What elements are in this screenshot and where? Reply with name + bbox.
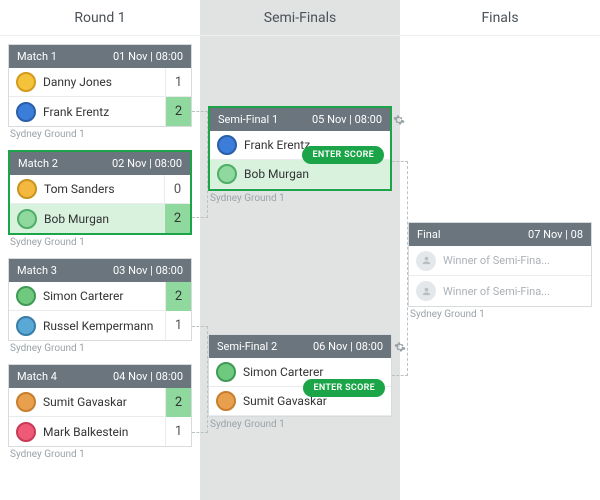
score-cell: 2 bbox=[165, 282, 191, 311]
venue-label: Sydney Ground 1 bbox=[8, 129, 192, 140]
avatar-icon bbox=[16, 72, 36, 92]
connector-line bbox=[392, 161, 408, 376]
match-datetime: 05 Nov | 08:00 bbox=[312, 113, 382, 126]
player-row[interactable]: Mark Balkestein1 bbox=[9, 417, 191, 446]
match-title: Final bbox=[417, 228, 441, 241]
user-placeholder-icon bbox=[416, 281, 436, 301]
match-datetime: 02 Nov | 08:00 bbox=[112, 157, 182, 170]
avatar-icon bbox=[16, 316, 36, 336]
player-row[interactable]: Simon Carterer2 bbox=[9, 282, 191, 311]
venue-label: Sydney Ground 1 bbox=[408, 309, 592, 320]
venue-label: Sydney Ground 1 bbox=[8, 449, 192, 460]
player-row[interactable]: Bob Murgan bbox=[210, 160, 390, 189]
player-placeholder: Winner of Semi-Fina... bbox=[409, 246, 591, 276]
avatar-icon bbox=[216, 362, 236, 382]
avatar-icon bbox=[217, 135, 237, 155]
avatar-icon bbox=[17, 209, 37, 229]
match-title: Match 4 bbox=[17, 370, 57, 383]
column-finals: Finals Final 07 Nov | 08 Winner of Semi-F… bbox=[400, 0, 600, 500]
player-row[interactable]: Bob Murgan2 bbox=[10, 204, 190, 233]
player-row[interactable]: Frank Erentz2 bbox=[9, 97, 191, 126]
venue-label: Sydney Ground 1 bbox=[8, 343, 192, 354]
score-cell: 2 bbox=[165, 388, 191, 417]
column-round1: Round 1 Match 1 01 Nov | 08:00 Danny Jone… bbox=[0, 0, 200, 500]
avatar-icon bbox=[16, 102, 36, 122]
user-placeholder-icon bbox=[416, 251, 436, 271]
venue-label: Sydney Ground 1 bbox=[208, 193, 392, 204]
player-row[interactable]: Tom Sanders0 bbox=[10, 175, 190, 204]
match-title: Match 2 bbox=[18, 157, 58, 170]
avatar-icon bbox=[16, 286, 36, 306]
match-datetime: 01 Nov | 08:00 bbox=[113, 50, 183, 63]
match-card[interactable]: Semi-Final 206 Nov | 08:00 Simon Cartere… bbox=[208, 334, 392, 417]
score-cell: 2 bbox=[164, 204, 190, 233]
connector-line bbox=[192, 111, 208, 218]
match-datetime: 06 Nov | 08:00 bbox=[313, 340, 383, 353]
column-semifinals: Semi-Finals Semi-Final 105 Nov | 08:00 F… bbox=[200, 0, 400, 500]
score-cell: 1 bbox=[165, 417, 191, 446]
avatar-icon bbox=[216, 391, 236, 411]
column-header: Semi-Finals bbox=[200, 0, 400, 36]
column-header: Finals bbox=[400, 0, 600, 36]
match-card[interactable]: Match 1 01 Nov | 08:00 Danny Jones1 Frank… bbox=[8, 44, 192, 127]
venue-label: Sydney Ground 1 bbox=[8, 237, 192, 248]
match-datetime: 07 Nov | 08 bbox=[528, 228, 583, 241]
score-cell: 1 bbox=[165, 68, 191, 97]
venue-label: Sydney Ground 1 bbox=[208, 419, 392, 430]
match-title: Match 1 bbox=[17, 50, 57, 63]
column-header: Round 1 bbox=[0, 0, 200, 36]
match-title: Semi-Final 2 bbox=[217, 340, 277, 353]
match-title: Semi-Final 1 bbox=[218, 113, 278, 126]
match-card[interactable]: Match 4 04 Nov | 08:00 Sumit Gavaskar2 Ma… bbox=[8, 364, 192, 447]
avatar-icon bbox=[17, 179, 37, 199]
enter-score-badge[interactable]: ENTER SCORE bbox=[303, 379, 385, 397]
player-row[interactable]: Russel Kempermann1 bbox=[9, 311, 191, 340]
score-cell: 1 bbox=[165, 311, 191, 340]
match-card[interactable]: Semi-Final 105 Nov | 08:00 Frank Erentz … bbox=[208, 106, 392, 191]
player-row[interactable]: Danny Jones1 bbox=[9, 68, 191, 97]
connector-line bbox=[192, 326, 208, 433]
match-card[interactable]: Match 2 02 Nov | 08:00 Tom Sanders0 Bob M… bbox=[8, 150, 192, 235]
avatar-icon bbox=[16, 392, 36, 412]
player-row[interactable]: Sumit Gavaskar2 bbox=[9, 388, 191, 417]
avatar-icon bbox=[217, 164, 237, 184]
score-cell: 0 bbox=[164, 175, 190, 204]
match-datetime: 03 Nov | 08:00 bbox=[113, 264, 183, 277]
match-title: Match 3 bbox=[17, 264, 57, 277]
match-datetime: 04 Nov | 08:00 bbox=[113, 370, 183, 383]
match-card[interactable]: Match 3 03 Nov | 08:00 Simon Carterer2 Ru… bbox=[8, 258, 192, 341]
enter-score-badge[interactable]: ENTER SCORE bbox=[302, 146, 384, 164]
score-cell: 2 bbox=[165, 97, 191, 126]
avatar-icon bbox=[16, 422, 36, 442]
player-placeholder: Winner of Semi-Fina... bbox=[409, 276, 591, 306]
match-card[interactable]: Final07 Nov | 08 Winner of Semi-Fina... … bbox=[408, 222, 592, 307]
